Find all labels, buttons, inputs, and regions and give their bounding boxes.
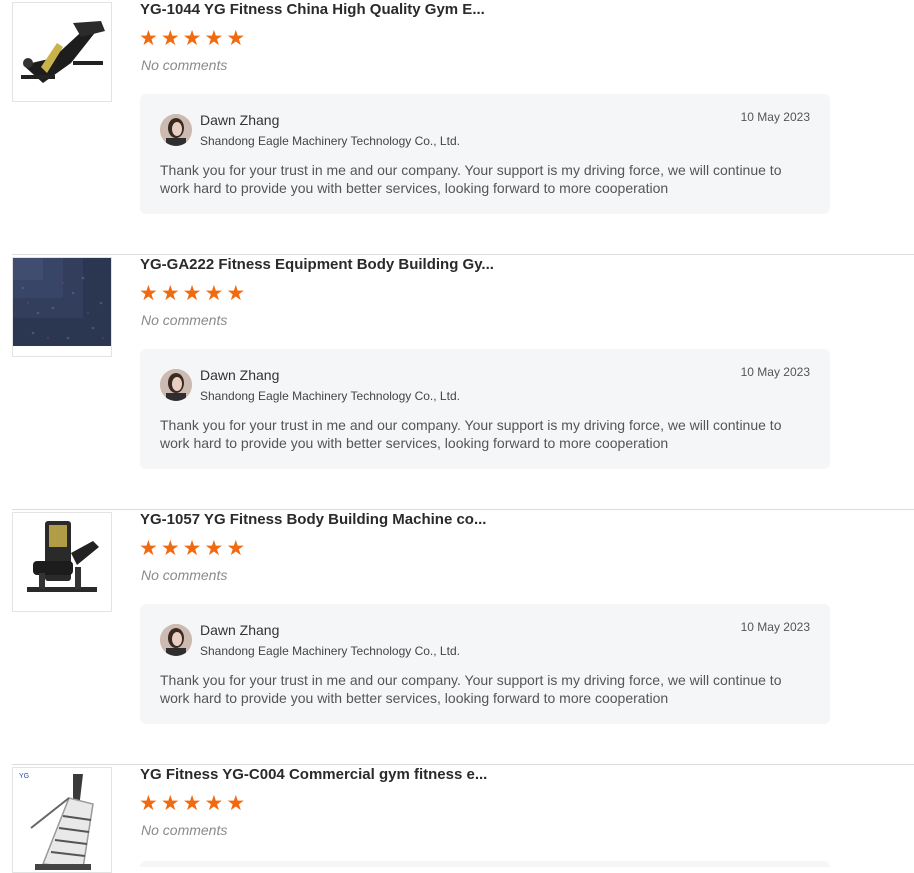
review-item: YG-GA222 Fitness Equipment Body Building… — [12, 255, 914, 510]
reply-text: Thank you for your trust in me and our c… — [160, 672, 782, 706]
rating-stars: ★ ★ ★ ★ ★ — [139, 537, 246, 560]
seller-reply: Dawn Zhang Shandong Eagle Machinery Tech… — [140, 604, 830, 724]
star-icon: ★ — [204, 792, 224, 815]
reply-company: Shandong Eagle Machinery Technology Co.,… — [200, 389, 460, 403]
star-icon: ★ — [139, 792, 158, 815]
seller-reply: Dawn Zhang Shandong Eagle Machinery Tech… — [140, 94, 830, 214]
avatar — [160, 114, 192, 146]
star-icon: ★ — [160, 27, 180, 50]
star-icon: ★ — [182, 537, 202, 560]
avatar — [160, 369, 192, 401]
star-icon: ★ — [226, 537, 246, 560]
seller-reply — [140, 861, 830, 867]
reply-text: Thank you for your trust in me and our c… — [160, 162, 782, 196]
product-title[interactable]: YG-GA222 Fitness Equipment Body Building… — [140, 255, 560, 275]
comment-text: No comments — [141, 57, 228, 73]
rating-stars: ★ ★ ★ ★ ★ — [139, 282, 246, 305]
review-item: YG YG Fitness YG-C004 Commercial gym fit… — [12, 765, 914, 873]
avatar — [160, 624, 192, 656]
leg-curl-machine-image — [13, 513, 111, 611]
comment-text: No comments — [141, 567, 228, 583]
star-icon: ★ — [182, 282, 202, 305]
reply-company: Shandong Eagle Machinery Technology Co.,… — [200, 644, 460, 658]
review-item: YG-1057 YG Fitness Body Building Machine… — [12, 510, 914, 765]
star-icon: ★ — [204, 537, 224, 560]
svg-text:YG: YG — [19, 773, 29, 780]
comment-text: No comments — [141, 312, 228, 328]
reply-author-name: Dawn Zhang — [200, 112, 280, 128]
stair-climber-machine-image: YG — [13, 768, 111, 872]
rating-stars: ★ ★ ★ ★ ★ — [139, 792, 246, 815]
star-icon: ★ — [160, 792, 180, 815]
product-thumbnail[interactable]: YG — [12, 767, 112, 873]
product-title[interactable]: YG Fitness YG-C004 Commercial gym fitnes… — [140, 765, 560, 785]
reply-author-name: Dawn Zhang — [200, 367, 280, 383]
star-icon: ★ — [226, 792, 246, 815]
rubber-floor-mat-image — [13, 258, 111, 356]
star-icon: ★ — [182, 27, 202, 50]
star-icon: ★ — [139, 537, 158, 560]
product-title[interactable]: YG-1044 YG Fitness China High Quality Gy… — [140, 0, 560, 20]
star-icon: ★ — [204, 27, 224, 50]
product-title[interactable]: YG-1057 YG Fitness Body Building Machine… — [140, 510, 560, 530]
reply-company: Shandong Eagle Machinery Technology Co.,… — [200, 134, 460, 148]
comment-text: No comments — [141, 822, 228, 838]
star-icon: ★ — [139, 27, 158, 50]
star-icon: ★ — [204, 282, 224, 305]
product-thumbnail[interactable] — [12, 2, 112, 102]
reply-text: Thank you for your trust in me and our c… — [160, 417, 782, 451]
review-item: YG-1044 YG Fitness China High Quality Gy… — [12, 0, 914, 255]
product-thumbnail[interactable] — [12, 512, 112, 612]
star-icon: ★ — [226, 27, 246, 50]
product-thumbnail[interactable] — [12, 257, 112, 357]
reply-date: 10 May 2023 — [740, 110, 810, 124]
star-icon: ★ — [226, 282, 246, 305]
star-icon: ★ — [182, 792, 202, 815]
reply-date: 10 May 2023 — [740, 365, 810, 379]
hack-squat-machine-image — [13, 3, 111, 101]
rating-stars: ★ ★ ★ ★ ★ — [139, 27, 246, 50]
star-icon: ★ — [160, 537, 180, 560]
star-icon: ★ — [139, 282, 158, 305]
reply-date: 10 May 2023 — [740, 620, 810, 634]
seller-reply: Dawn Zhang Shandong Eagle Machinery Tech… — [140, 349, 830, 469]
reply-author-name: Dawn Zhang — [200, 622, 280, 638]
star-icon: ★ — [160, 282, 180, 305]
